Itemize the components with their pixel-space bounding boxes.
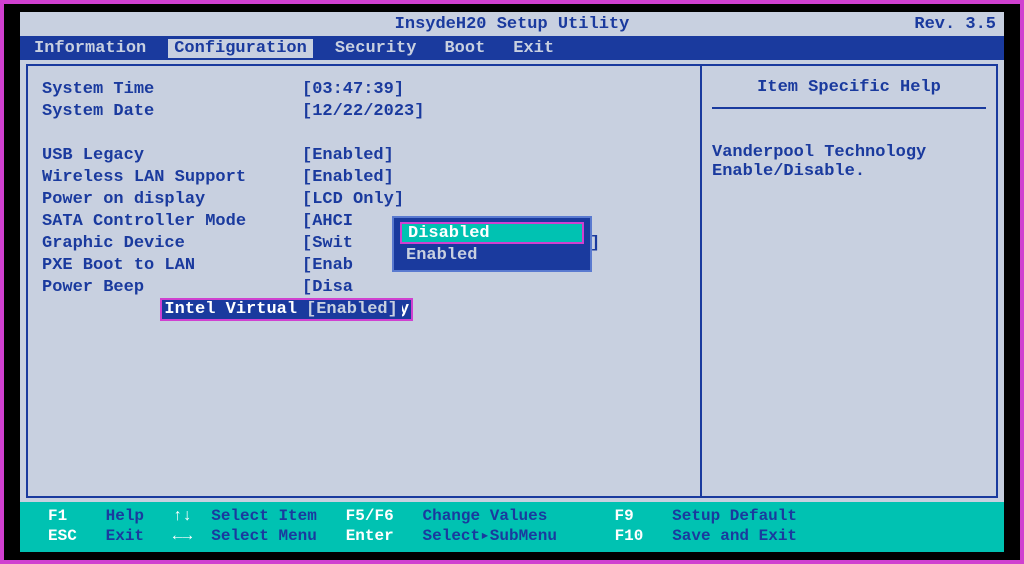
setting-label: Graphic Device xyxy=(42,234,302,253)
popup-option-disabled[interactable]: Disabled xyxy=(400,222,584,244)
key-esc: ESC xyxy=(48,527,77,545)
setting-value[interactable]: [Enabled] xyxy=(302,168,394,187)
setting-row[interactable]: Wireless LAN Support [Enabled] xyxy=(42,166,692,188)
hint-select-item: Select Item xyxy=(211,507,317,525)
setting-row[interactable]: Power on display [LCD Only] xyxy=(42,188,692,210)
setting-value[interactable]: [LCD Only] xyxy=(302,190,404,209)
key-enter: Enter xyxy=(346,527,394,545)
settings-pane: System Time [03:47:39] System Date [12/2… xyxy=(28,66,700,496)
menu-boot[interactable]: Boot xyxy=(438,39,491,58)
bios-window: InsydeH20 Setup Utility Rev. 3.5 Informa… xyxy=(20,12,1004,552)
value-popup[interactable]: Disabled Enabled xyxy=(392,216,592,272)
setting-row[interactable]: USB Legacy [Enabled] xyxy=(42,144,692,166)
help-title: Item Specific Help xyxy=(712,72,986,107)
hint-select-menu: Select Menu xyxy=(211,527,317,545)
setting-value[interactable]: [Disa xyxy=(302,278,353,297)
setting-value[interactable]: [12/22/2023] xyxy=(302,102,424,121)
setting-value-selected[interactable]: [Enabled] xyxy=(302,300,402,319)
setting-label: System Date xyxy=(42,102,302,121)
menu-information[interactable]: Information xyxy=(28,39,152,58)
bios-revision: Rev. 3.5 xyxy=(914,15,996,34)
hint-help: Help xyxy=(106,507,144,525)
titlebar: InsydeH20 Setup Utility Rev. 3.5 xyxy=(20,12,1004,36)
setting-row[interactable]: System Time [03:47:39] xyxy=(42,78,692,100)
key-arrows-leftright-icon: ←→ xyxy=(173,527,192,545)
key-f9: F9 xyxy=(615,507,634,525)
popup-option-enabled[interactable]: Enabled xyxy=(400,244,584,266)
menubar[interactable]: Information Configuration Security Boot … xyxy=(20,36,1004,60)
setting-row[interactable]: System Date [12/22/2023] xyxy=(42,100,692,122)
bios-title: InsydeH20 Setup Utility xyxy=(395,15,630,34)
setting-value[interactable]: [03:47:39] xyxy=(302,80,404,99)
help-body-line: Enable/Disable. xyxy=(712,162,986,181)
setting-row-selected[interactable]: Intel Virtual Technology [Enabled] xyxy=(42,298,692,320)
hint-select-submenu: Select▸SubMenu xyxy=(423,527,557,545)
help-pane: Item Specific Help Vanderpool Technology… xyxy=(700,66,996,496)
setting-row[interactable]: PXE Boot to LAN [Enab xyxy=(42,254,692,276)
setting-value[interactable]: [Enabled] xyxy=(302,146,394,165)
setting-label: System Time xyxy=(42,80,302,99)
menu-configuration[interactable]: Configuration xyxy=(168,39,313,58)
hint-exit: Exit xyxy=(106,527,144,545)
footer-keyhints: F1 Help ↑↓ Select Item F5/F6 Change Valu… xyxy=(20,502,1004,552)
setting-row[interactable]: Graphic Device [Swit ] xyxy=(42,232,692,254)
setting-label: Power on display xyxy=(42,190,302,209)
key-f1: F1 xyxy=(48,507,67,525)
setting-label: Wireless LAN Support xyxy=(42,168,302,187)
hint-setup-default: Setup Default xyxy=(672,507,797,525)
setting-row[interactable]: SATA Controller Mode [AHCI xyxy=(42,210,692,232)
key-f10: F10 xyxy=(615,527,644,545)
setting-label: PXE Boot to LAN xyxy=(42,256,302,275)
key-f5f6: F5/F6 xyxy=(346,507,394,525)
hint-change-values: Change Values xyxy=(423,507,548,525)
setting-label: USB Legacy xyxy=(42,146,302,165)
setting-label: SATA Controller Mode xyxy=(42,212,302,231)
hint-save-exit: Save and Exit xyxy=(672,527,797,545)
setting-value[interactable]: [Enab xyxy=(302,256,353,275)
setting-value[interactable]: [Swit xyxy=(302,234,353,253)
key-arrows-updown-icon: ↑↓ xyxy=(173,507,192,525)
help-body-line: Vanderpool Technology xyxy=(712,143,986,162)
help-separator xyxy=(712,107,986,109)
menu-security[interactable]: Security xyxy=(329,39,423,58)
setting-value[interactable]: [AHCI xyxy=(302,212,353,231)
work-area: System Time [03:47:39] System Date [12/2… xyxy=(26,64,998,498)
menu-exit[interactable]: Exit xyxy=(507,39,560,58)
